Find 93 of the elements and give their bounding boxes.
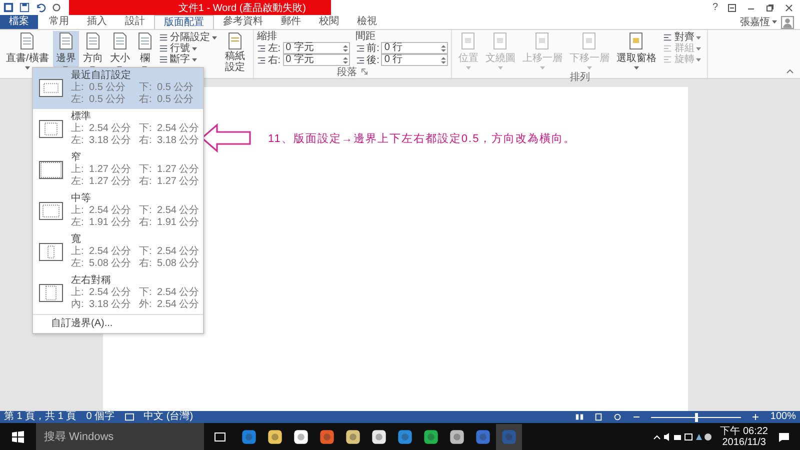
spin-arrows-icon: [441, 44, 446, 52]
spin-arrows-icon: [342, 56, 348, 64]
page-icon: [534, 32, 550, 50]
zoom-in-icon[interactable]: [751, 413, 760, 421]
margin-preset-item[interactable]: 標準 上: 2.54 公分 下: 2.54 公分 左: 3.18 公分 右: 3.18 公分: [33, 109, 203, 150]
tray-icons[interactable]: [652, 432, 712, 442]
group-label: 段落: [337, 66, 358, 78]
ribbon-tab[interactable]: 設計: [116, 15, 154, 29]
page-icon: [84, 32, 101, 50]
help-button[interactable]: ?: [712, 2, 718, 13]
section-label: 縮排: [256, 31, 278, 42]
page-margins-icon: [39, 243, 63, 261]
ribbon-tab[interactable]: 參考資料: [214, 15, 272, 29]
lines-icon: [158, 33, 168, 42]
page-icon: [226, 32, 243, 50]
margin-preset-item[interactable]: 中等 上: 2.54 公分 下: 2.54 公分 左: 1.91 公分 右: 1.91 公分: [33, 191, 203, 232]
clock-time[interactable]: 下午 06:22: [720, 426, 768, 436]
spin-field[interactable]: 0 行: [381, 42, 448, 54]
spin-field[interactable]: 0 行: [381, 54, 448, 66]
ribbon-display-icon[interactable]: [727, 2, 737, 12]
annotation-text: 11、版面設定→邊界上下左右都設定0.5，方向改為橫向。: [268, 132, 576, 146]
page-margins-icon: [39, 120, 63, 138]
page-margins-icon: [39, 79, 63, 97]
margin-preset-item[interactable]: 最近自訂設定 上: 0.5 公分 下: 0.5 公分 左: 0.5 公分 右: 0.5 公分: [33, 68, 203, 109]
align-icon: [663, 33, 672, 42]
ribbon-tab[interactable]: 郵件: [272, 15, 310, 29]
file-tab[interactable]: 檔案: [0, 15, 38, 29]
clock-date[interactable]: 2016/11/3: [722, 436, 766, 448]
windows-logo-icon[interactable]: [12, 430, 24, 442]
lines-icon: [158, 55, 168, 64]
align-icon: [663, 55, 672, 64]
user-name[interactable]: 張嘉恆: [740, 15, 770, 29]
ribbon-tab[interactable]: 校閱: [310, 15, 348, 29]
spin-arrows-icon: [441, 56, 446, 64]
page-margins-icon: [39, 284, 63, 302]
notification-icon[interactable]: [778, 432, 790, 442]
indent-icon: [256, 44, 266, 52]
word-count: 0 個字: [86, 411, 115, 423]
page-count: 第 1 頁，共 1 頁: [4, 411, 76, 423]
group-label: 排列: [570, 70, 590, 84]
ribbon-button[interactable]: 分隔設定: [158, 32, 217, 43]
indent-icon: [356, 56, 365, 64]
collapse-ribbon-icon[interactable]: [786, 69, 794, 74]
field-label: 左:: [268, 42, 281, 55]
page-icon: [19, 32, 36, 50]
page-icon: [460, 32, 476, 50]
margin-preset-item[interactable]: 寬 上: 2.54 公分 下: 2.54 公分 左: 5.08 公分 右: 5.08 公分: [33, 232, 203, 273]
save-icon[interactable]: [19, 2, 30, 13]
restore-icon[interactable]: [765, 2, 775, 12]
ribbon-button[interactable]: 對齊: [663, 32, 702, 43]
close-icon[interactable]: [784, 2, 794, 12]
margin-preset-item[interactable]: 窄 上: 1.27 公分 下: 1.27 公分 左: 1.27 公分 右: 1.27 公分: [33, 150, 203, 191]
indent-icon: [256, 56, 266, 64]
language: 中文 (台灣): [144, 411, 194, 423]
search-field[interactable]: 搜尋 Windows: [36, 423, 204, 450]
ribbon-button[interactable]: 斷字: [158, 54, 217, 65]
spin-field[interactable]: 0 字元: [282, 42, 350, 54]
page-icon: [112, 32, 128, 50]
task-view-icon[interactable]: [214, 432, 226, 442]
zoom-level[interactable]: 100%: [770, 411, 796, 423]
web-layout-icon[interactable]: [613, 413, 622, 421]
ribbon-tab[interactable]: 檢視: [348, 15, 386, 29]
page-icon: [136, 32, 153, 50]
field-label: 後:: [366, 54, 380, 67]
ribbon-button[interactable]: 行號: [158, 43, 217, 54]
page-icon: [58, 32, 74, 50]
slider-thumb[interactable]: [695, 412, 698, 422]
page-icon: [492, 32, 508, 50]
section-label: 間距: [356, 31, 377, 42]
ribbon-tab[interactable]: 版面配置: [154, 15, 214, 29]
window-title: 文件1 - Word (產品啟動失敗): [178, 2, 306, 14]
spin-field[interactable]: 0 字元: [282, 54, 350, 66]
page-icon: [628, 32, 644, 50]
ribbon-button[interactable]: 稿紙設定: [220, 31, 250, 77]
ribbon-button[interactable]: 選取窗格: [613, 31, 660, 71]
custom-margins-item[interactable]: 自訂邊界(A)...: [33, 314, 203, 333]
ribbon-tab[interactable]: 常用: [40, 15, 78, 29]
page-margins-icon: [39, 161, 63, 179]
read-mode-icon[interactable]: [575, 413, 584, 421]
field-label: 右:: [268, 54, 281, 67]
field-label: 前:: [366, 42, 380, 55]
page-margins-icon: [39, 202, 63, 220]
proofing-icon[interactable]: [124, 413, 134, 421]
indent-icon: [356, 44, 365, 52]
align-icon: [663, 44, 672, 53]
lines-icon: [158, 44, 168, 53]
print-layout-icon[interactable]: [594, 413, 604, 421]
margin-preset-item[interactable]: 左右對稱 上: 2.54 公分 下: 2.54 公分 內: 3.18 公分 外: 2.54 公分: [33, 273, 203, 314]
spin-arrows-icon: [342, 44, 348, 52]
undo-icon[interactable]: [35, 2, 46, 13]
page-icon: [581, 32, 598, 50]
ribbon-tab[interactable]: 插入: [78, 15, 116, 29]
dialog-launcher-icon[interactable]: [361, 68, 368, 75]
